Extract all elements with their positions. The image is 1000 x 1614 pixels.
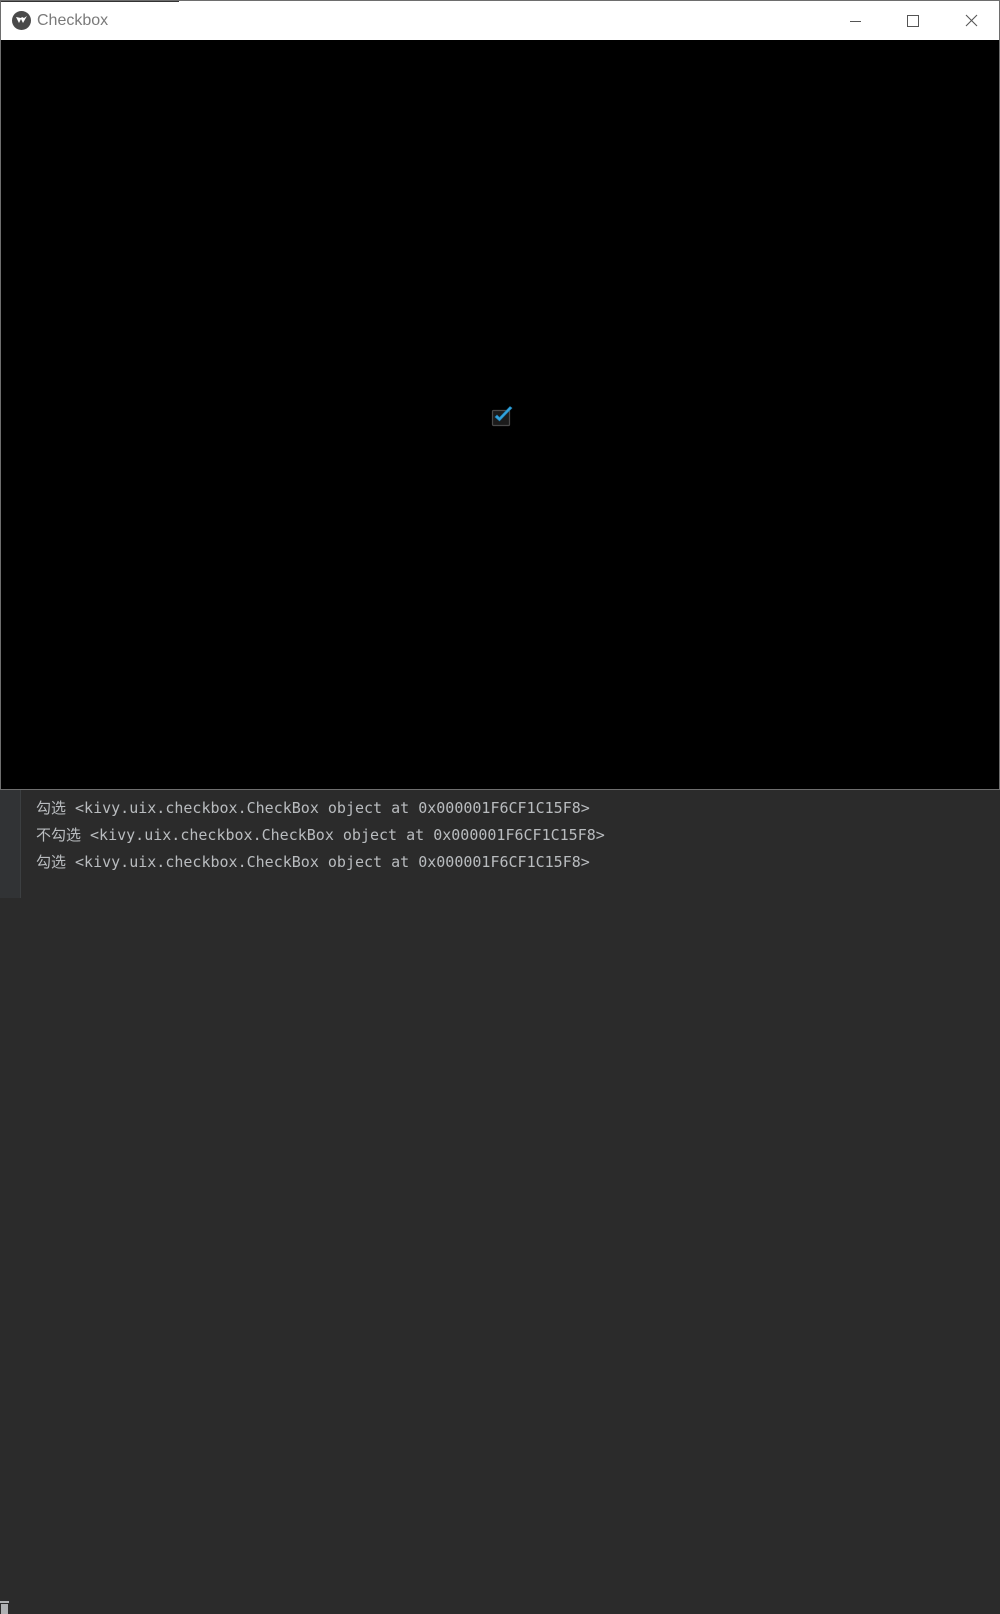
console-line: 勾选 <kivy.uix.checkbox.CheckBox object at… [36, 853, 590, 871]
kivy-logo-icon [12, 11, 31, 30]
console-gutter [0, 790, 21, 1614]
app-window: Checkbox [0, 0, 1000, 790]
console-line: 勾选 <kivy.uix.checkbox.CheckBox object at… [36, 799, 590, 817]
trash-icon[interactable] [0, 1600, 10, 1614]
kivy-canvas [1, 40, 999, 789]
minimize-button[interactable] [826, 1, 884, 40]
console-output: 勾选 <kivy.uix.checkbox.CheckBox object at… [36, 795, 605, 876]
console-line: 不勾选 <kivy.uix.checkbox.CheckBox object a… [36, 826, 605, 844]
window-title: Checkbox [37, 12, 109, 29]
title-bar-edge [1, 1, 179, 2]
maximize-button[interactable] [884, 1, 942, 40]
minimize-icon [850, 21, 861, 22]
title-bar[interactable]: Checkbox [1, 1, 999, 40]
close-button[interactable] [942, 1, 1000, 40]
close-icon [965, 14, 978, 27]
maximize-icon [907, 15, 919, 27]
checkbox[interactable] [491, 405, 513, 427]
